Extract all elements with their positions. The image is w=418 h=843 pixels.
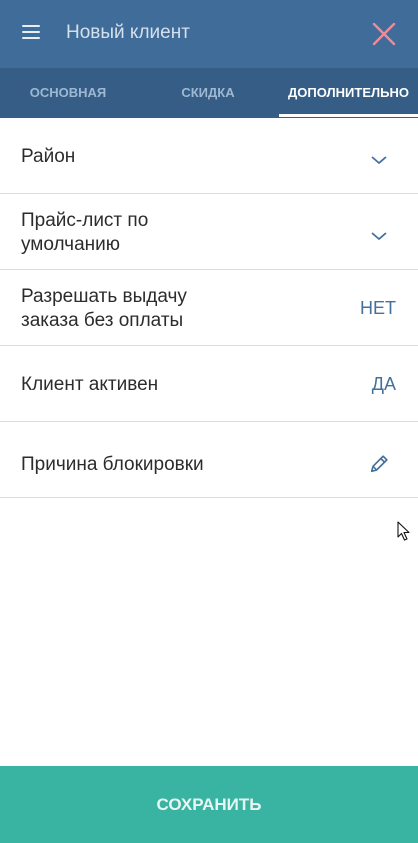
tab-bar: ОСНОВНАЯ СКИДКА ДОПОЛНИТЕЛЬНО xyxy=(0,68,418,118)
block-reason-label: Причина блокировки xyxy=(21,454,204,475)
active-tab-indicator xyxy=(279,114,418,117)
tab-basic[interactable]: ОСНОВНАЯ xyxy=(0,68,136,118)
mouse-pointer-icon xyxy=(397,521,410,541)
tab-additional[interactable]: ДОПОЛНИТЕЛЬНО xyxy=(279,68,418,118)
close-icon[interactable] xyxy=(372,22,396,46)
allow-unpaid-label-line1: Разрешать выдачу xyxy=(21,286,187,307)
chevron-down-icon[interactable] xyxy=(370,231,388,241)
allow-unpaid-field[interactable]: Разрешать выдачу заказа без оплаты НЕТ xyxy=(0,270,418,346)
client-active-field[interactable]: Клиент активен ДА xyxy=(0,346,418,422)
client-active-value[interactable]: ДА xyxy=(372,374,396,395)
client-active-label: Клиент активен xyxy=(21,374,159,395)
tab-discount[interactable]: СКИДКА xyxy=(140,68,276,118)
price-list-label-line2: умолчанию xyxy=(21,234,120,255)
chevron-down-icon[interactable] xyxy=(370,155,388,165)
allow-unpaid-label-line2: заказа без оплаты xyxy=(21,310,184,331)
district-field[interactable]: Район xyxy=(0,118,418,194)
district-label: Район xyxy=(21,146,76,167)
block-reason-field[interactable]: Причина блокировки xyxy=(0,422,418,498)
price-list-label-line1: Прайс-лист по xyxy=(21,210,149,231)
pencil-icon[interactable] xyxy=(368,453,390,475)
hamburger-menu-icon[interactable] xyxy=(22,25,40,41)
allow-unpaid-value[interactable]: НЕТ xyxy=(360,298,396,319)
price-list-field[interactable]: Прайс-лист по умолчанию xyxy=(0,194,418,270)
page-title: Новый клиент xyxy=(66,22,190,43)
save-button[interactable]: СОХРАНИТЬ xyxy=(0,766,418,843)
app-bar: Новый клиент xyxy=(0,0,418,68)
